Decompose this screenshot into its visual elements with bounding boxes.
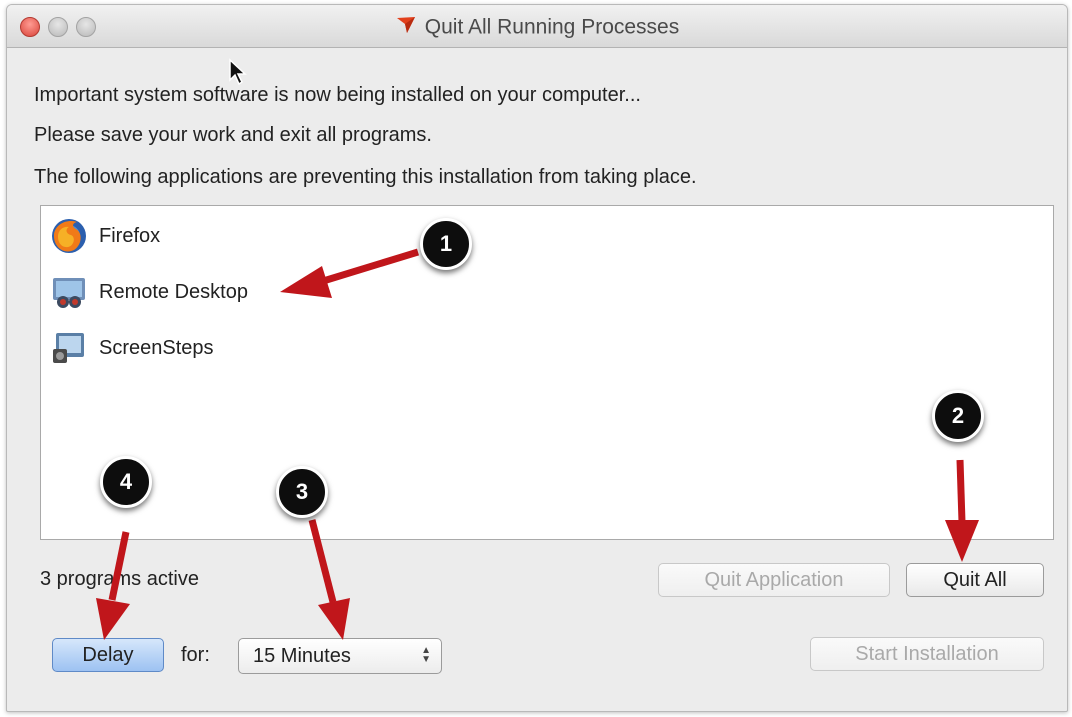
firefox-icon xyxy=(49,216,89,256)
list-item[interactable]: ScreenSteps xyxy=(49,328,214,368)
message-line-2: Please save your work and exit all progr… xyxy=(34,124,432,146)
programs-active-count: 3 programs active xyxy=(40,568,199,590)
annotation-badge-3: 3 xyxy=(276,466,328,518)
message-line-1: Important system software is now being i… xyxy=(34,84,641,106)
remote-desktop-icon xyxy=(49,272,89,312)
title-bar: Quit All Running Processes xyxy=(7,5,1067,48)
window-title: Quit All Running Processes xyxy=(424,15,680,39)
quit-application-button[interactable]: Quit Application xyxy=(658,563,890,597)
start-installation-button[interactable]: Start Installation xyxy=(810,637,1044,671)
annotation-badge-1: 1 xyxy=(420,218,472,270)
annotation-badge-4: 4 xyxy=(100,456,152,508)
app-flag-icon xyxy=(395,15,417,41)
for-label: for: xyxy=(181,644,210,666)
select-arrows-icon: ▲ ▼ xyxy=(421,645,431,665)
app-label: Remote Desktop xyxy=(99,280,248,303)
list-item[interactable]: Remote Desktop xyxy=(49,272,248,312)
message-line-3: The following applications are preventin… xyxy=(34,166,697,188)
app-label: Firefox xyxy=(99,224,161,247)
delay-duration-value: 15 Minutes xyxy=(253,644,351,667)
delay-duration-select[interactable]: 15 Minutes ▲ ▼ xyxy=(238,638,442,674)
mouse-cursor-icon xyxy=(229,58,247,86)
window-title-container: Quit All Running Processes xyxy=(7,15,1067,41)
screensteps-icon xyxy=(49,328,89,368)
app-label: ScreenSteps xyxy=(99,336,214,359)
quit-all-button[interactable]: Quit All xyxy=(906,563,1044,597)
blocking-apps-list[interactable]: Firefox Remote Desktop ScreenSteps xyxy=(40,205,1054,540)
list-item[interactable]: Firefox xyxy=(49,216,160,256)
annotation-badge-2: 2 xyxy=(932,390,984,442)
delay-button[interactable]: Delay xyxy=(52,638,164,672)
